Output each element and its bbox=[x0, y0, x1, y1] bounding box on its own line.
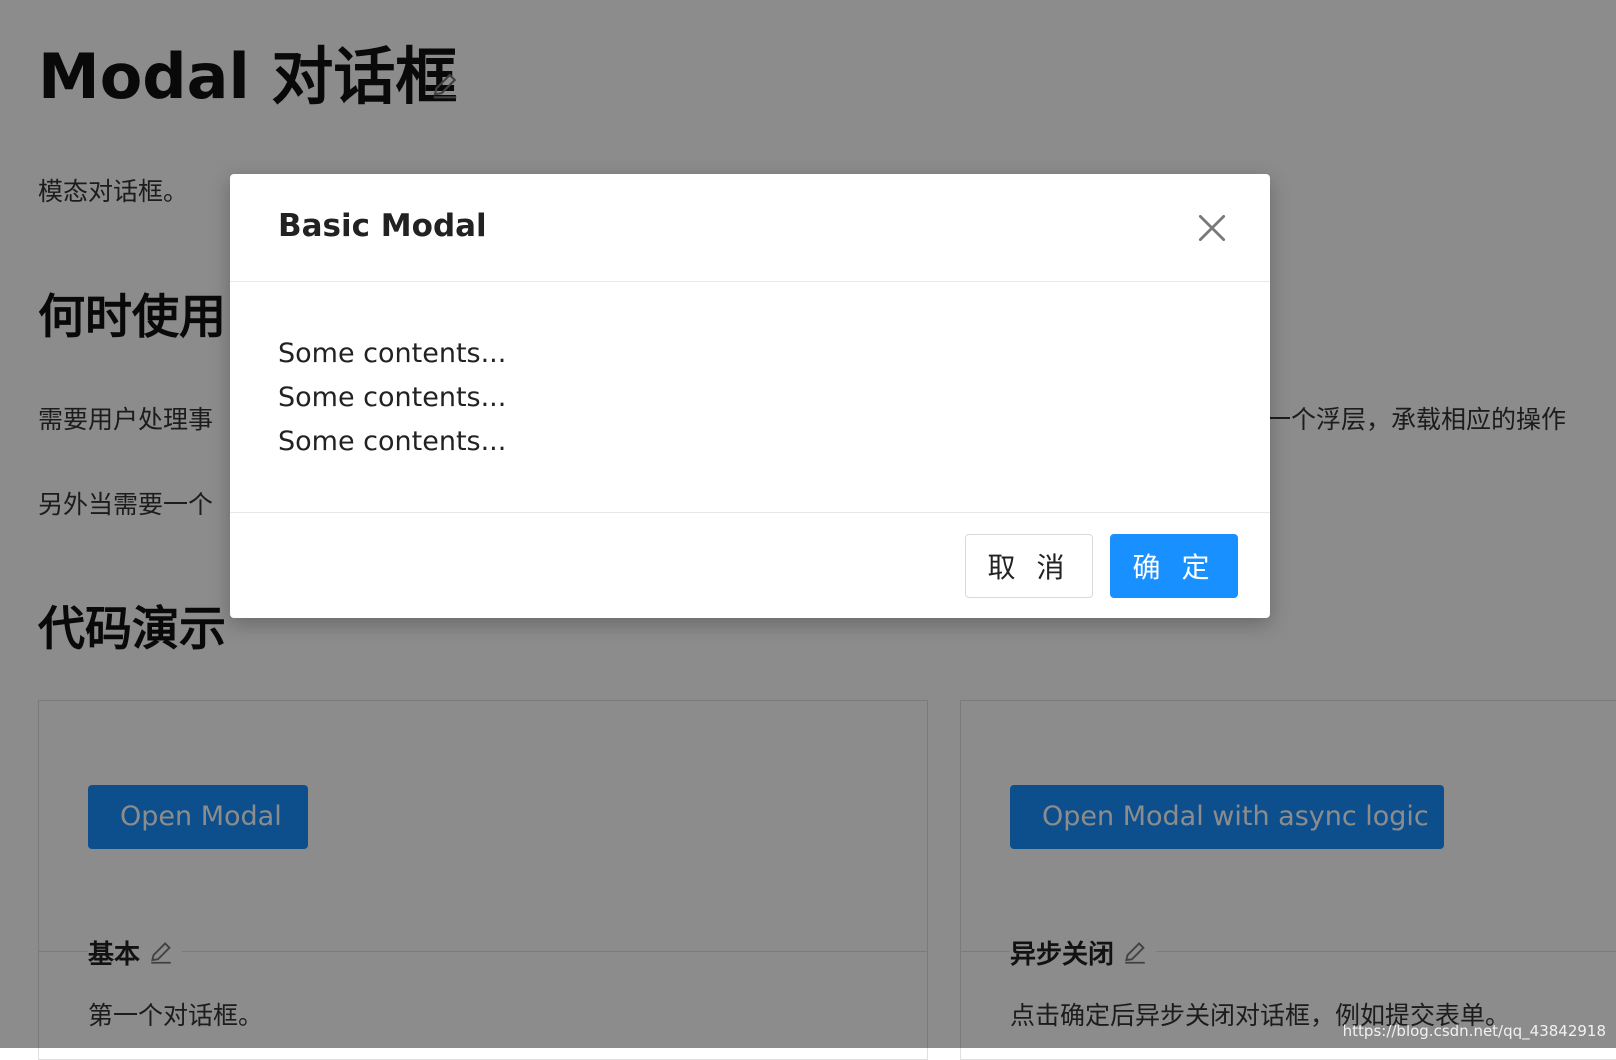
basic-modal: Basic Modal Some contents... Some conten… bbox=[230, 174, 1270, 618]
modal-body: Some contents... Some contents... Some c… bbox=[278, 332, 1222, 464]
modal-footer: 取 消 确 定 bbox=[230, 512, 1270, 618]
modal-content-line: Some contents... bbox=[278, 382, 507, 413]
modal-content-line: Some contents... bbox=[278, 338, 507, 369]
modal-content-line: Some contents... bbox=[278, 426, 507, 457]
cancel-button[interactable]: 取 消 bbox=[965, 534, 1093, 598]
modal-header: Basic Modal bbox=[230, 174, 1270, 282]
watermark: https://blog.csdn.net/qq_43842918 bbox=[1342, 1022, 1606, 1040]
modal-title: Basic Modal bbox=[278, 208, 487, 244]
ok-button[interactable]: 确 定 bbox=[1110, 534, 1238, 598]
close-icon[interactable] bbox=[1192, 208, 1232, 248]
